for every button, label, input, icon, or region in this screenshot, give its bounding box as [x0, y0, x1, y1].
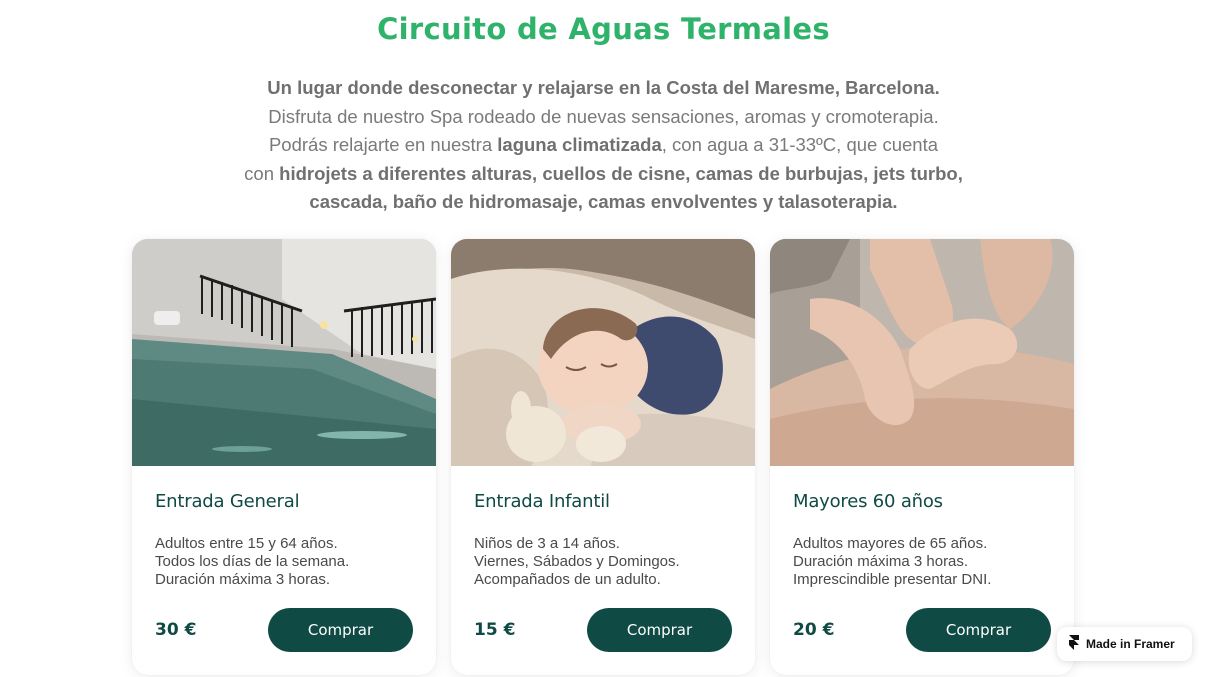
- card-price: 30 €: [155, 620, 197, 640]
- framer-logo-icon: [1069, 635, 1079, 653]
- card-title: Entrada General: [155, 491, 300, 512]
- card-price: 15 €: [474, 620, 516, 640]
- buy-button-infantil[interactable]: Comprar: [587, 608, 732, 652]
- badge-label: Made in Framer: [1086, 637, 1175, 651]
- child-sleeping-image: [451, 239, 755, 466]
- card-description: Adultos mayores de 65 años. Duración máx…: [793, 535, 992, 588]
- ticket-card-general: Entrada General Adultos entre 15 y 64 añ…: [132, 239, 436, 675]
- page-title: Circuito de Aguas Termales: [377, 12, 830, 46]
- ticket-card-infantil: Entrada Infantil Niños de 3 a 14 años. V…: [451, 239, 755, 675]
- intro-text: Un lugar donde desconectar y relajarse e…: [0, 74, 1207, 217]
- intro-line-4: con hidrojets a diferentes alturas, cuel…: [244, 162, 963, 184]
- ticket-card-mayores: Mayores 60 años Adultos mayores de 65 añ…: [770, 239, 1074, 675]
- buy-button-general[interactable]: Comprar: [268, 608, 413, 652]
- card-description: Niños de 3 a 14 años. Viernes, Sábados y…: [474, 535, 680, 588]
- buy-button-mayores[interactable]: Comprar: [906, 608, 1051, 652]
- intro-line-1: Un lugar donde desconectar y relajarse e…: [267, 77, 940, 98]
- pool-image: [132, 239, 436, 466]
- massage-image: [770, 239, 1074, 466]
- card-title: Entrada Infantil: [474, 491, 610, 512]
- intro-line-2: Disfruta de nuestro Spa rodeado de nueva…: [268, 105, 939, 127]
- intro-line-3: Podrás relajarte en nuestra laguna clima…: [268, 134, 939, 155]
- card-title: Mayores 60 años: [793, 491, 943, 512]
- card-description: Adultos entre 15 y 64 años. Todos los dí…: [155, 535, 350, 588]
- made-in-framer-badge[interactable]: Made in Framer: [1057, 627, 1192, 661]
- card-price: 20 €: [793, 620, 835, 640]
- intro-line-5: cascada, baño de hidromasaje, camas envo…: [309, 191, 898, 212]
